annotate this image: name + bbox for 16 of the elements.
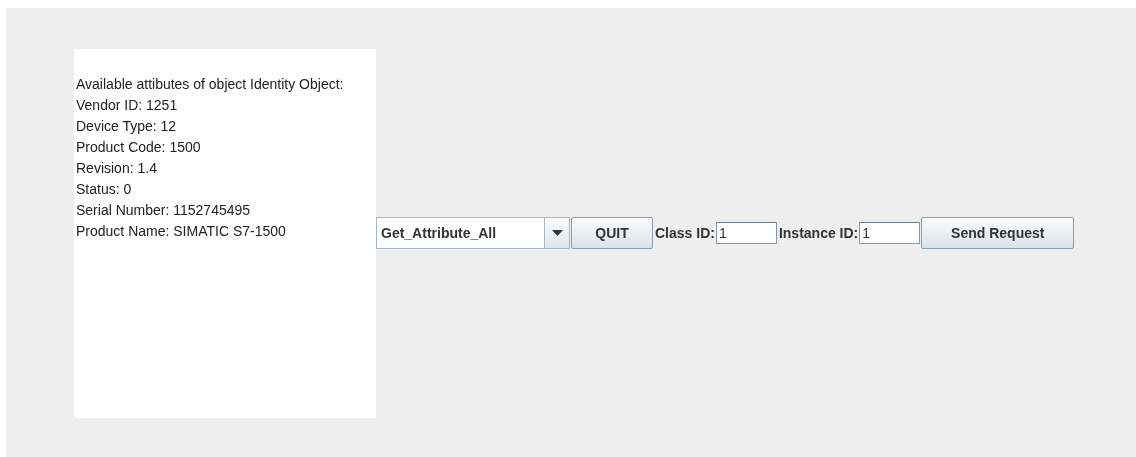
quit-button[interactable]: QUIT xyxy=(571,217,653,249)
class-id-label: Class ID: xyxy=(655,225,715,241)
dropdown-arrow-icon xyxy=(551,230,563,236)
class-id-field[interactable]: 1 xyxy=(715,222,777,244)
output-line: Revision: 1.4 xyxy=(76,158,158,178)
output-line: Available attibutes of object Identity Object: xyxy=(76,74,345,94)
output-line: Status: 0 xyxy=(76,179,133,199)
output-line: Product Code: 1500 xyxy=(76,137,202,157)
output-line: Serial Number: 1152745495 xyxy=(76,200,252,220)
service-dropdown[interactable]: Get_Attribute_All xyxy=(376,217,570,249)
send-request-button[interactable]: Send Request xyxy=(921,217,1075,249)
instance-id-label: Instance ID: xyxy=(778,225,859,241)
output-line: Product Name: SIMATIC S7-1500 xyxy=(76,221,287,241)
output-line: Vendor ID: 1251 xyxy=(76,95,179,115)
output-line: Device Type: 12 xyxy=(76,116,178,136)
instance-id-field[interactable]: 1 xyxy=(859,222,921,244)
